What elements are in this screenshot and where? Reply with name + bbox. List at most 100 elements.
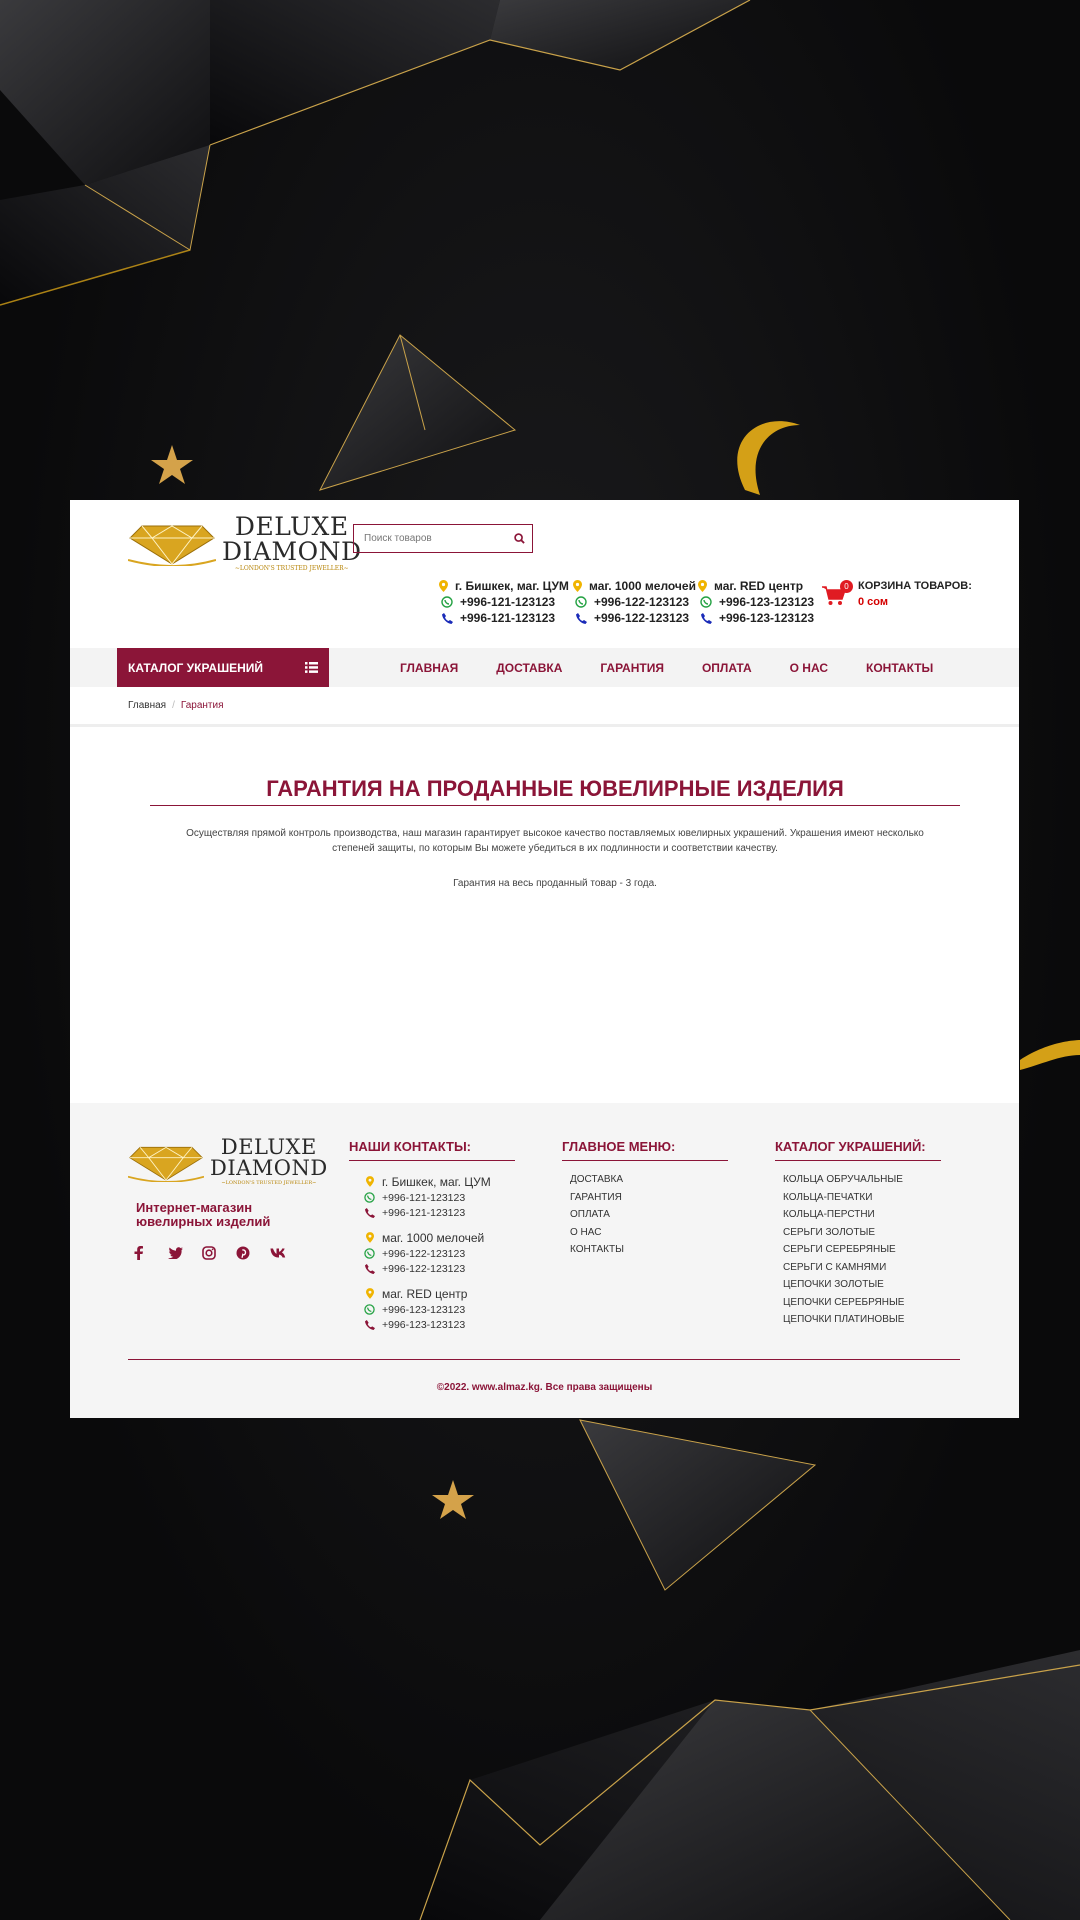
facebook-link[interactable] — [134, 1243, 168, 1263]
footer-menu-title: ГЛАВНОЕ МЕНЮ: — [562, 1139, 728, 1161]
divider — [70, 724, 1019, 727]
footer-store-cum: г. Бишкек, маг. ЦУМ +996-121-123123 +996… — [363, 1173, 515, 1221]
nav-link-home[interactable]: ГЛАВНАЯ — [400, 661, 458, 675]
store-phone[interactable]: +996-121-123123 — [460, 611, 555, 625]
store-name: г. Бишкек, маг. ЦУМ — [455, 579, 569, 593]
footer-menu-column: ГЛАВНОЕ МЕНЮ: ДОСТАВКА ГАРАНТИЯ ОПЛАТА О… — [562, 1139, 728, 1259]
phone-icon — [363, 1320, 376, 1331]
brand-name-line2: DIAMOND — [222, 537, 362, 566]
twitter-link[interactable] — [168, 1243, 202, 1263]
store-red: маг. RED центр +996-123-123123 +996-123-… — [695, 578, 814, 626]
catalog-menu-button[interactable]: КАТАЛОГ УКРАШЕНИЙ — [117, 648, 329, 687]
header-logo[interactable]: DELUXE DIAMOND ~LONDON'S TRUSTED JEWELLE… — [128, 514, 362, 572]
diamond-logo-icon — [128, 1146, 204, 1182]
twitter-icon — [168, 1247, 183, 1259]
page-title: ГАРАНТИЯ НА ПРОДАННЫЕ ЮВЕЛИРНЫЕ ИЗДЕЛИЯ — [266, 776, 844, 801]
breadcrumb-home[interactable]: Главная — [128, 700, 166, 711]
map-marker-icon — [363, 1176, 376, 1187]
nav-link-guarantee[interactable]: ГАРАНТИЯ — [600, 661, 664, 675]
store-phone[interactable]: +996-123-123123 — [719, 611, 814, 625]
footer-logo[interactable]: DELUXE DIAMOND ~LONDON'S TRUSTED JEWELLE… — [128, 1137, 328, 1186]
store-whatsapp[interactable]: +996-122-123123 — [594, 595, 689, 609]
map-marker-icon — [570, 580, 584, 592]
whatsapp-icon — [699, 596, 713, 608]
phone-icon — [363, 1208, 376, 1219]
search-button[interactable] — [506, 525, 532, 552]
brand-name-line2: DIAMOND — [210, 1156, 328, 1180]
breadcrumb-separator: / — [172, 700, 175, 711]
cart-count-badge: 0 — [840, 580, 853, 593]
store-name: маг. RED центр — [382, 1286, 468, 1301]
footer-catalog-item[interactable]: ЦЕПОЧКИ ПЛАТИНОВЫЕ — [783, 1311, 941, 1329]
store-name: маг. RED центр — [714, 579, 804, 593]
copyright-text: ©2022. www.almaz.kg. Все права защищены — [436, 1382, 653, 1393]
footer-tagline: Интернет-магазин ювелирных изделий — [136, 1200, 271, 1229]
footer-store-1000: маг. 1000 мелочей +996-122-123123 +996-1… — [363, 1229, 515, 1277]
search-input[interactable] — [354, 525, 506, 552]
footer-catalog-item[interactable]: КОЛЬЦА ОБРУЧАЛЬНЫЕ — [783, 1171, 941, 1189]
instagram-icon — [202, 1246, 216, 1260]
phone-icon — [574, 612, 588, 624]
brand-tagline: ~LONDON'S TRUSTED JEWELLER~ — [234, 565, 349, 572]
store-phone[interactable]: +996-123-123123 — [382, 1319, 465, 1331]
phone-icon — [363, 1264, 376, 1275]
brand-name-line1: DELUXE — [220, 1135, 317, 1159]
pinterest-icon — [236, 1246, 250, 1260]
footer-catalog-item[interactable]: КОЛЬЦА-ПЕЧАТКИ — [783, 1189, 941, 1207]
nav-link-payment[interactable]: ОПЛАТА — [702, 661, 752, 675]
store-phone[interactable]: +996-122-123123 — [594, 611, 689, 625]
cart-title: КОРЗИНА ТОВАРОВ: — [858, 580, 972, 592]
footer-menu-item[interactable]: ОПЛАТА — [570, 1206, 728, 1224]
search-icon — [513, 533, 525, 544]
vk-link[interactable] — [270, 1243, 304, 1263]
map-marker-icon — [363, 1288, 376, 1299]
nav-link-contacts[interactable]: КОНТАКТЫ — [866, 661, 933, 675]
map-marker-icon — [436, 580, 450, 592]
store-whatsapp[interactable]: +996-121-123123 — [382, 1192, 465, 1204]
nav-links: ГЛАВНАЯ ДОСТАВКА ГАРАНТИЯ ОПЛАТА О НАС К… — [400, 648, 971, 687]
footer-divider — [128, 1359, 960, 1360]
main-navbar: КАТАЛОГ УКРАШЕНИЙ ГЛАВНАЯ ДОСТАВКА ГАРАН… — [70, 648, 1019, 687]
store-name: маг. 1000 мелочей — [589, 579, 696, 593]
nav-link-about[interactable]: О НАС — [790, 661, 828, 675]
whatsapp-icon — [363, 1248, 376, 1259]
footer-catalog-item[interactable]: СЕРЬГИ С КАМНЯМИ — [783, 1259, 941, 1277]
whatsapp-icon — [363, 1192, 376, 1203]
intro-text: Осуществляя прямой контроль производства… — [186, 828, 924, 854]
footer-menu-item[interactable]: КОНТАКТЫ — [570, 1241, 728, 1259]
pinterest-link[interactable] — [236, 1243, 270, 1263]
catalog-menu-label: КАТАЛОГ УКРАШЕНИЙ — [128, 660, 264, 675]
store-phone[interactable]: +996-122-123123 — [382, 1263, 465, 1275]
search-box — [353, 524, 533, 553]
guarantee-text: Гарантия на весь проданный товар - 3 год… — [453, 878, 657, 889]
store-whatsapp[interactable]: +996-123-123123 — [382, 1304, 465, 1316]
footer-catalog-item[interactable]: ЦЕПОЧКИ СЕРЕБРЯНЫЕ — [783, 1294, 941, 1312]
footer-catalog-item[interactable]: СЕРЬГИ ЗОЛОТЫЕ — [783, 1224, 941, 1242]
store-whatsapp[interactable]: +996-123-123123 — [719, 595, 814, 609]
cart-sum: 0 сом — [858, 596, 889, 608]
nav-link-delivery[interactable]: ДОСТАВКА — [496, 661, 562, 675]
cart-widget[interactable]: 0 КОРЗИНА ТОВАРОВ: 0 сом — [822, 580, 972, 608]
instagram-link[interactable] — [202, 1243, 236, 1263]
store-phone[interactable]: +996-121-123123 — [382, 1207, 465, 1219]
store-whatsapp[interactable]: +996-122-123123 — [382, 1248, 465, 1260]
footer-catalog-title: КАТАЛОГ УКРАШЕНИЙ: — [775, 1139, 941, 1161]
footer-contacts-column: НАШИ КОНТАКТЫ: г. Бишкек, маг. ЦУМ +996-… — [349, 1139, 515, 1341]
footer-catalog-item[interactable]: СЕРЬГИ СЕРЕБРЯНЫЕ — [783, 1241, 941, 1259]
map-marker-icon — [363, 1232, 376, 1243]
footer-menu-item[interactable]: ДОСТАВКА — [570, 1171, 728, 1189]
footer-contacts-title: НАШИ КОНТАКТЫ: — [349, 1139, 515, 1161]
footer-menu-item[interactable]: ГАРАНТИЯ — [570, 1189, 728, 1207]
footer-catalog-item[interactable]: КОЛЬЦА-ПЕРСТНИ — [783, 1206, 941, 1224]
footer-catalog-column: КАТАЛОГ УКРАШЕНИЙ: КОЛЬЦА ОБРУЧАЛЬНЫЕ КО… — [775, 1139, 941, 1329]
store-whatsapp[interactable]: +996-121-123123 — [460, 595, 555, 609]
site-container: DELUXE DIAMOND ~LONDON'S TRUSTED JEWELLE… — [70, 500, 1019, 1418]
footer-catalog-item[interactable]: ЦЕПОЧКИ ЗОЛОТЫЕ — [783, 1276, 941, 1294]
store-1000: маг. 1000 мелочей +996-122-123123 +996-1… — [570, 578, 696, 626]
footer-menu-item[interactable]: О НАС — [570, 1224, 728, 1242]
phone-icon — [699, 612, 713, 624]
facebook-icon — [134, 1246, 143, 1260]
vk-icon — [270, 1248, 286, 1258]
brand-name-line1: DELUXE — [234, 512, 349, 541]
breadcrumb-current: Гарантия — [180, 700, 224, 711]
